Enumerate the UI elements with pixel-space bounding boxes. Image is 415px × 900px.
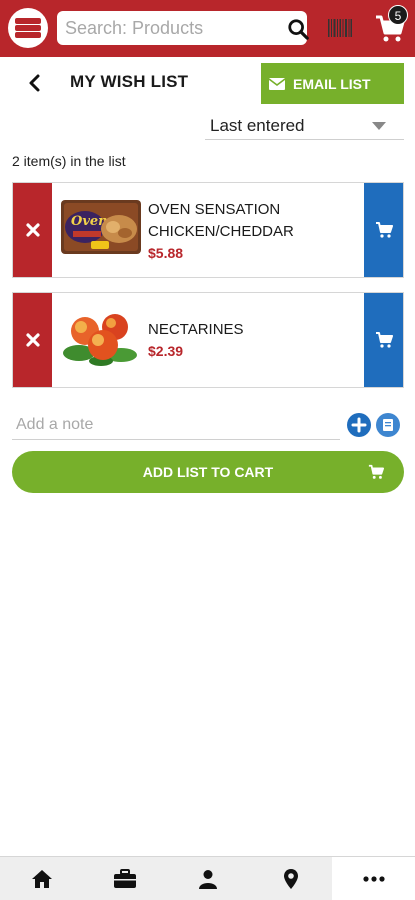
nav-account[interactable] bbox=[166, 857, 249, 900]
nav-more[interactable] bbox=[332, 857, 415, 900]
list-item: NECTARINES $2.39 bbox=[12, 292, 404, 388]
add-to-cart-button[interactable] bbox=[364, 293, 403, 387]
search-input[interactable] bbox=[65, 11, 275, 45]
add-list-to-cart-label: ADD LIST TO CART bbox=[142, 464, 274, 480]
oven-sensation-package-image[interactable]: Oven bbox=[61, 197, 141, 257]
product-price: $5.88 bbox=[148, 245, 184, 261]
caret-down-icon bbox=[372, 122, 386, 130]
nav-location[interactable] bbox=[249, 857, 332, 900]
add-note-button[interactable] bbox=[347, 413, 371, 437]
nav-briefcase[interactable] bbox=[83, 857, 166, 900]
close-icon bbox=[25, 333, 40, 347]
product-name-line-2: CHICKEN/CHEDDAR bbox=[148, 223, 294, 240]
product-price: $2.39 bbox=[148, 343, 184, 359]
cart-icon bbox=[375, 332, 393, 348]
briefcase-icon bbox=[113, 869, 136, 888]
close-icon bbox=[25, 223, 40, 237]
home-icon bbox=[31, 870, 52, 888]
barcode-icon[interactable] bbox=[327, 18, 353, 38]
bottom-nav bbox=[0, 856, 415, 900]
remove-item-button[interactable] bbox=[13, 293, 52, 387]
add-list-to-cart-button[interactable]: ADD LIST TO CART bbox=[12, 451, 404, 493]
note-icon bbox=[383, 419, 393, 431]
sort-selected-value: Last entered bbox=[210, 116, 305, 135]
product-name[interactable]: NECTARINES bbox=[148, 319, 353, 341]
header: 5 bbox=[0, 0, 415, 57]
save-note-button[interactable] bbox=[376, 413, 400, 437]
user-icon bbox=[198, 870, 217, 889]
add-to-cart-button[interactable] bbox=[364, 183, 403, 277]
product-name[interactable]: OVEN SENSATION CHICKEN/CHEDDAR bbox=[148, 199, 353, 243]
list-item: Oven OVEN SENSATION CHICKEN/CHEDDAR $5.8… bbox=[12, 182, 404, 278]
store-logo-icon[interactable] bbox=[8, 8, 48, 48]
app: 5 MY WISH LIST EMAIL LIST Last entered 2… bbox=[0, 0, 415, 900]
sort-select[interactable]: Last entered bbox=[205, 112, 404, 140]
cart-icon bbox=[368, 464, 384, 479]
search-icon[interactable] bbox=[287, 18, 309, 40]
product-name-line-1: OVEN SENSATION bbox=[148, 201, 281, 218]
item-count: 2 item(s) in the list bbox=[12, 153, 126, 169]
more-icon bbox=[362, 876, 385, 882]
remove-item-button[interactable] bbox=[13, 183, 52, 277]
page-title: MY WISH LIST bbox=[70, 72, 189, 91]
nectarines-image[interactable] bbox=[61, 307, 141, 367]
search-box bbox=[57, 11, 352, 45]
cart-icon bbox=[375, 222, 393, 238]
email-list-button[interactable]: EMAIL LIST bbox=[261, 63, 404, 104]
plus-icon bbox=[351, 417, 367, 433]
envelope-icon bbox=[269, 77, 285, 90]
note-input[interactable] bbox=[12, 410, 340, 440]
chevron-left-icon[interactable] bbox=[22, 70, 48, 96]
email-list-label: EMAIL LIST bbox=[293, 75, 371, 92]
nav-home[interactable] bbox=[0, 857, 83, 900]
product-name-line-1: NECTARINES bbox=[148, 321, 244, 338]
cart-count-badge: 5 bbox=[388, 5, 408, 25]
location-pin-icon bbox=[283, 869, 298, 889]
